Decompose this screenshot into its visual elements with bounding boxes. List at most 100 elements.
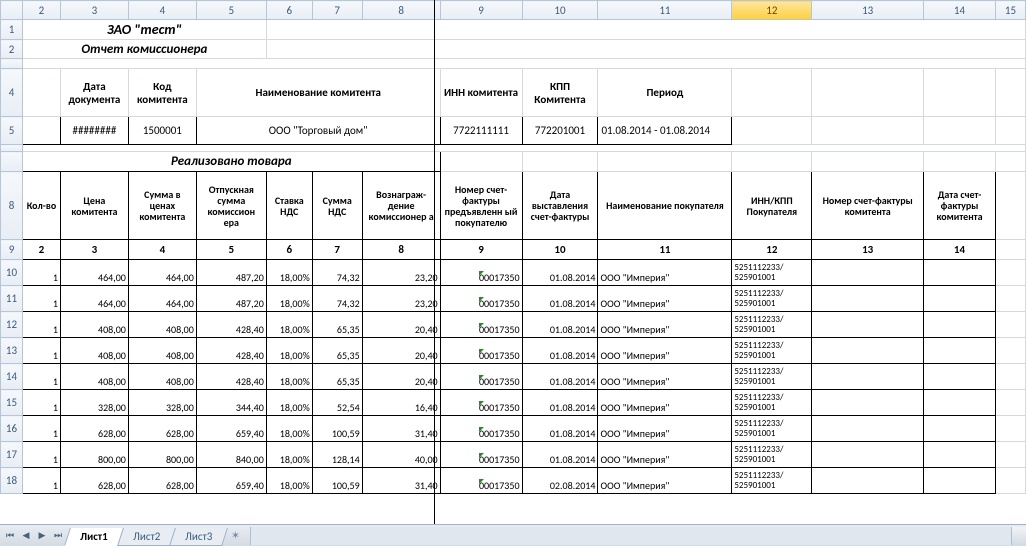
data-cell[interactable]: 5251112233/ 525901001	[732, 442, 812, 468]
col-header[interactable]: 15	[995, 1, 1025, 20]
tab-nav-next-icon[interactable]: ▶	[34, 527, 50, 545]
data-cell[interactable]: 18,00%	[266, 416, 312, 442]
data-cell[interactable]: ООО "Империя"	[598, 312, 732, 338]
data-cell[interactable]	[924, 338, 996, 364]
row-header[interactable]: 11	[1, 286, 23, 312]
data-cell[interactable]: 840,00	[196, 442, 266, 468]
data-cell[interactable]: 128,14	[312, 442, 362, 468]
col-header[interactable]: 13	[812, 1, 924, 20]
data-cell[interactable]: 01.08.2014	[522, 312, 598, 338]
data-cell[interactable]: 01.08.2014	[522, 416, 598, 442]
data-cell[interactable]: 00017350	[440, 312, 522, 338]
sheet-tab[interactable]: Лист1	[64, 528, 123, 546]
data-cell[interactable]: 01.08.2014	[522, 286, 598, 312]
horizontal-scrollbar[interactable]	[250, 527, 1026, 545]
spreadsheet-grid[interactable]: 2 3 4 5 6 7 8 9 10 11 12 13 14 15 1 ЗАО …	[0, 0, 1026, 494]
data-cell[interactable]	[812, 260, 924, 286]
data-cell[interactable]: 65,35	[312, 312, 362, 338]
data-cell[interactable]: 1	[22, 338, 60, 364]
data-cell[interactable]: 20,40	[362, 364, 440, 390]
row-header[interactable]: 18	[1, 468, 23, 494]
data-cell[interactable]: 23,20	[362, 286, 440, 312]
data-cell[interactable]	[924, 390, 996, 416]
data-cell[interactable]: 628,00	[128, 416, 196, 442]
data-cell[interactable]: 18,00%	[266, 390, 312, 416]
data-cell[interactable]: 464,00	[128, 260, 196, 286]
data-cell[interactable]: 464,00	[60, 260, 128, 286]
data-cell[interactable]: 5251112233/ 525901001	[732, 260, 812, 286]
data-cell[interactable]: 628,00	[128, 468, 196, 494]
data-cell[interactable]: 659,40	[196, 468, 266, 494]
data-cell[interactable]: 02.08.2014	[522, 468, 598, 494]
row-header[interactable]	[1, 152, 23, 172]
row-header[interactable]: 17	[1, 442, 23, 468]
data-cell[interactable]: 464,00	[60, 286, 128, 312]
data-cell[interactable]	[924, 442, 996, 468]
tab-nav-last-icon[interactable]: ⏭	[50, 527, 66, 545]
data-cell[interactable]: 328,00	[60, 390, 128, 416]
data-cell[interactable]: 1	[22, 416, 60, 442]
data-cell[interactable]: 20,40	[362, 338, 440, 364]
data-cell[interactable]: 5251112233/ 525901001	[732, 286, 812, 312]
data-cell[interactable]: 408,00	[128, 338, 196, 364]
data-cell[interactable]: 16,40	[362, 390, 440, 416]
data-cell[interactable]	[924, 260, 996, 286]
data-cell[interactable]: 1	[22, 364, 60, 390]
data-cell[interactable]: 100,59	[312, 416, 362, 442]
data-cell[interactable]: 00017350	[440, 390, 522, 416]
data-cell[interactable]	[812, 364, 924, 390]
data-cell[interactable]: 1	[22, 312, 60, 338]
sheet-tab[interactable]: Лист2	[117, 528, 176, 546]
data-cell[interactable]	[924, 416, 996, 442]
data-cell[interactable]: 18,00%	[266, 364, 312, 390]
col-header[interactable]: 9	[440, 1, 522, 20]
data-cell[interactable]	[924, 468, 996, 494]
data-cell[interactable]: 00017350	[440, 416, 522, 442]
data-cell[interactable]: 1	[22, 468, 60, 494]
data-cell[interactable]: 00017350	[440, 338, 522, 364]
data-cell[interactable]: 01.08.2014	[522, 260, 598, 286]
col-header[interactable]: 2	[22, 1, 60, 20]
data-cell[interactable]: 00017350	[440, 260, 522, 286]
tab-nav-prev-icon[interactable]: ◀	[18, 527, 34, 545]
data-cell[interactable]: 628,00	[60, 468, 128, 494]
row-header[interactable]: 2	[1, 40, 23, 59]
data-cell[interactable]: 20,40	[362, 312, 440, 338]
data-cell[interactable]: 74,32	[312, 286, 362, 312]
row-header[interactable]: 13	[1, 338, 23, 364]
data-cell[interactable]: 628,00	[60, 416, 128, 442]
data-cell[interactable]: 487,20	[196, 260, 266, 286]
col-header[interactable]: 10	[522, 1, 598, 20]
data-cell[interactable]: 800,00	[60, 442, 128, 468]
col-header[interactable]: 14	[924, 1, 996, 20]
data-cell[interactable]: 408,00	[128, 364, 196, 390]
data-cell[interactable]: 18,00%	[266, 468, 312, 494]
data-cell[interactable]: 23,20	[362, 260, 440, 286]
col-header[interactable]: 3	[60, 1, 128, 20]
data-cell[interactable]: 100,59	[312, 468, 362, 494]
data-cell[interactable]: 18,00%	[266, 442, 312, 468]
data-cell[interactable]: 5251112233/ 525901001	[732, 312, 812, 338]
data-cell[interactable]: ООО "Империя"	[598, 286, 732, 312]
data-cell[interactable]: 487,20	[196, 286, 266, 312]
data-cell[interactable]	[812, 312, 924, 338]
data-cell[interactable]	[812, 468, 924, 494]
data-cell[interactable]: ООО "Империя"	[598, 442, 732, 468]
data-cell[interactable]: 01.08.2014	[522, 442, 598, 468]
row-header[interactable]: 12	[1, 312, 23, 338]
data-cell[interactable]: 659,40	[196, 416, 266, 442]
data-cell[interactable]: 5251112233/ 525901001	[732, 390, 812, 416]
data-cell[interactable]: 1	[22, 286, 60, 312]
data-cell[interactable]	[924, 312, 996, 338]
data-cell[interactable]: 464,00	[128, 286, 196, 312]
data-cell[interactable]: 74,32	[312, 260, 362, 286]
data-cell[interactable]	[812, 442, 924, 468]
data-cell[interactable]: ООО "Империя"	[598, 468, 732, 494]
data-cell[interactable]: 00017350	[440, 364, 522, 390]
data-cell[interactable]: 1	[22, 442, 60, 468]
data-cell[interactable]: 65,35	[312, 364, 362, 390]
data-cell[interactable]: ООО "Империя"	[598, 390, 732, 416]
data-cell[interactable]: 408,00	[60, 312, 128, 338]
data-cell[interactable]: ООО "Империя"	[598, 364, 732, 390]
col-header[interactable]: 4	[128, 1, 196, 20]
